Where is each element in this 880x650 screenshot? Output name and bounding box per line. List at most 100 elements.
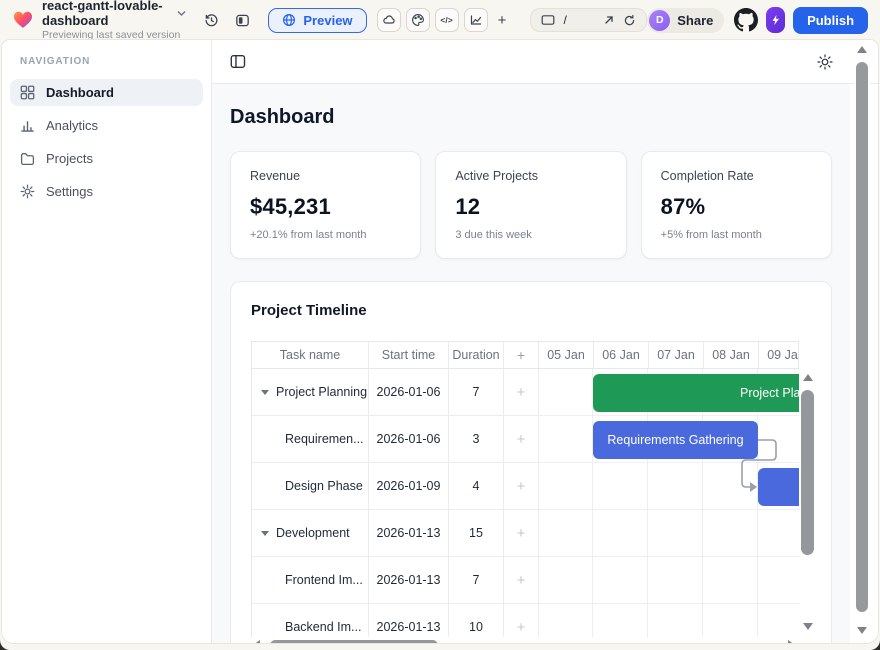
page-scroll-thumb[interactable] [856,62,868,612]
project-name[interactable]: react-gantt-lovable-dashboard [42,0,172,29]
task-duration-cell[interactable]: 7 [449,557,504,603]
share-label: Share [677,13,713,28]
col-header-start-time[interactable]: Start time [369,342,449,368]
upgrade-bolt-button[interactable] [766,7,785,33]
sidebar-toggle-icon[interactable] [230,54,246,69]
add-subtask-button[interactable]: + [504,510,539,556]
dashboard-grid-icon [20,85,35,100]
gantt-date-header[interactable]: 08 Jan [704,342,759,368]
task-duration-cell[interactable]: 3 [449,416,504,462]
project-title-block[interactable]: react-gantt-lovable-dashboard Previewing… [42,0,186,41]
preview-label: Preview [303,13,352,28]
task-start-cell[interactable]: 2026-01-06 [369,369,449,415]
avatar[interactable]: D [649,10,670,31]
task-start-cell[interactable]: 2026-01-09 [369,463,449,509]
task-duration-cell[interactable]: 15 [449,510,504,556]
gantt-date-header[interactable]: 07 Jan [649,342,704,368]
palette-icon[interactable] [406,8,430,32]
scroll-up-arrow[interactable] [803,374,813,381]
gantt-vertical-scrollbar[interactable] [800,372,816,632]
task-duration-cell[interactable]: 4 [449,463,504,509]
task-duration-cell[interactable]: 7 [449,369,504,415]
task-name-cell[interactable]: Project Planning [252,369,369,415]
cloud-icon[interactable] [377,8,401,32]
add-subtask-button[interactable]: + [504,369,539,415]
analytics-chart-icon[interactable] [464,8,488,32]
gantt-date-header[interactable]: 05 Jan [539,342,594,368]
open-external-icon[interactable] [603,14,615,26]
task-start-cell[interactable]: 2026-01-13 [369,604,449,637]
theme-sun-icon[interactable] [817,54,833,70]
gantt-header-row: Task name Start time Duration + 05 Jan06… [251,341,799,369]
gear-icon [20,184,35,199]
gantt-date-header[interactable]: 09 Jan [759,342,799,368]
gantt-bar[interactable]: Project Planning [593,374,799,412]
scroll-down-arrow[interactable] [803,623,813,630]
gantt-bar[interactable]: Design Phase [758,468,799,506]
add-column-button[interactable]: + [504,342,539,368]
add-subtask-button[interactable]: + [504,557,539,603]
add-subtask-button[interactable]: + [504,416,539,462]
task-start-cell[interactable]: 2026-01-13 [369,510,449,556]
folder-icon [20,151,35,166]
expand-chevron-icon[interactable] [261,390,269,395]
url-bar[interactable]: / [530,8,647,32]
sidebar-item-analytics[interactable]: Analytics [10,112,203,139]
github-icon[interactable] [734,8,758,32]
lovable-logo [12,9,34,31]
col-header-duration[interactable]: Duration [449,342,504,368]
task-start-cell[interactable]: 2026-01-13 [369,557,449,603]
page-scrollbar[interactable] [854,42,870,638]
task-name-label: Frontend Im... [285,573,363,587]
vertical-scroll-thumb[interactable] [801,390,814,555]
device-toggle-icon[interactable] [235,13,250,28]
preview-button[interactable]: Preview [268,8,366,33]
code-icon[interactable]: </> [435,8,459,32]
task-name-cell[interactable]: Development [252,510,369,556]
project-timeline-card: Project Timeline Task name Start time Du… [230,281,832,643]
stat-sub: 3 due this week [455,229,606,241]
publish-button[interactable]: Publish [793,7,868,34]
history-icon[interactable] [204,13,219,28]
task-name-cell[interactable]: Requiremen... [252,416,369,462]
app-header [212,40,878,84]
stat-card-revenue: Revenue $45,231 +20.1% from last month [230,151,421,259]
nav-section-label: NAVIGATION [10,56,203,67]
refresh-icon[interactable] [623,14,636,27]
add-subtask-button[interactable]: + [504,463,539,509]
gantt-date-header[interactable]: 06 Jan [594,342,649,368]
horizontal-scroll-thumb[interactable] [270,640,438,643]
scroll-left-arrow[interactable] [253,640,260,643]
task-name-cell[interactable]: Frontend Im... [252,557,369,603]
add-subtask-button[interactable]: + [504,604,539,637]
stat-sub: +20.1% from last month [250,229,401,241]
gantt-timeline-area: Project Planning Requirements GatheringDe… [538,369,799,637]
stat-sub: +5% from last month [661,229,812,241]
task-name-label: Development [276,526,350,540]
sidebar-item-dashboard[interactable]: Dashboard [10,79,203,106]
url-path[interactable]: / [563,13,595,27]
task-name-label: Design Phase [285,479,363,493]
stat-cards: Revenue $45,231 +20.1% from last month A… [230,151,832,259]
task-name-cell[interactable]: Backend Im... [252,604,369,637]
scroll-right-arrow[interactable] [788,640,795,643]
task-duration-cell[interactable]: 10 [449,604,504,637]
share-button[interactable]: D Share [647,8,724,33]
gantt-bar[interactable]: Requirements Gathering [593,421,758,459]
task-start-cell[interactable]: 2026-01-06 [369,416,449,462]
add-tab-button[interactable]: + [496,12,509,29]
gantt-horizontal-scrollbar[interactable] [251,638,799,643]
scroll-up-arrow[interactable] [857,46,867,53]
sidebar-item-label: Projects [46,151,93,166]
stat-label: Active Projects [455,169,606,183]
sidebar-item-settings[interactable]: Settings [10,178,203,205]
col-header-task-name[interactable]: Task name [252,342,369,368]
expand-chevron-icon[interactable] [261,531,269,536]
task-name-cell[interactable]: Design Phase [252,463,369,509]
dashboard-content: Dashboard Revenue $45,231 +20.1% from la… [212,84,850,643]
sidebar-item-label: Settings [46,184,93,199]
app-sidebar: NAVIGATION Dashboard Analytics Projects … [2,40,212,643]
scroll-down-arrow[interactable] [857,627,867,634]
bar-chart-icon [20,118,35,133]
sidebar-item-projects[interactable]: Projects [10,145,203,172]
